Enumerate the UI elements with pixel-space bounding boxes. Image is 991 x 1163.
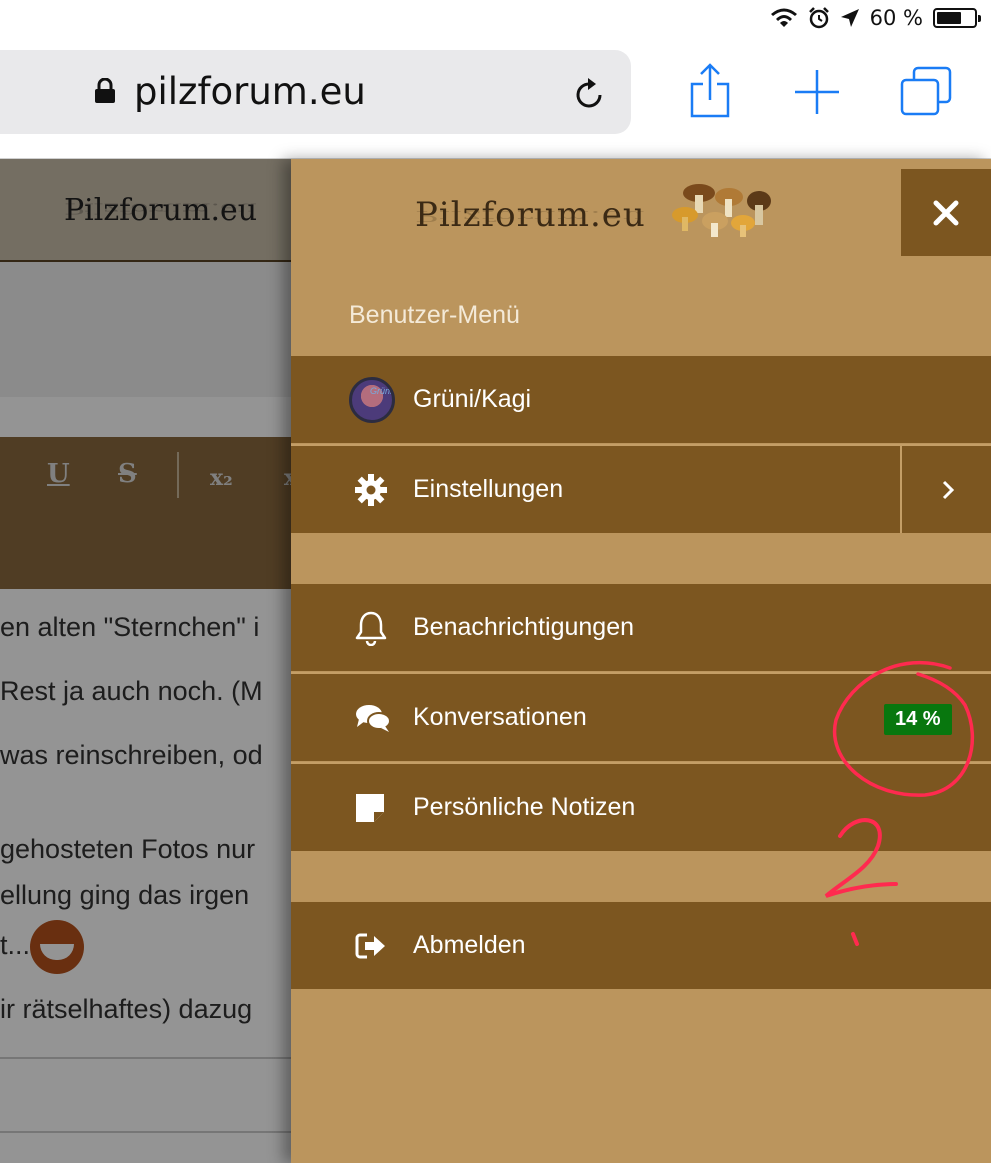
close-button[interactable] [901, 169, 991, 256]
close-icon [933, 200, 959, 225]
tabs-icon[interactable] [900, 66, 952, 116]
menu-item-settings[interactable]: Einstellungen [291, 444, 991, 533]
menu-item-label: Einstellungen [413, 475, 564, 503]
menu-item-notifications[interactable]: Benachrichtigungen [291, 584, 991, 671]
status-bar: 60 % [0, 0, 991, 40]
menu-item-logout[interactable]: Abmelden [291, 902, 991, 989]
note-icon [356, 793, 384, 822]
location-icon [840, 9, 859, 27]
menu-item-label: Benachrichtigungen [413, 613, 634, 641]
menu-item-conversations[interactable]: Konversationen 14 % [291, 672, 991, 761]
lock-icon [95, 78, 115, 103]
menu-item-label: Grüni/Kagi [413, 385, 532, 413]
menu-item-label: Abmelden [413, 931, 526, 959]
share-icon[interactable] [690, 62, 730, 118]
status-indicators: 60 % [770, 6, 981, 30]
url-text[interactable]: pilzforum.eu [134, 70, 366, 113]
gear-icon [355, 473, 387, 506]
sign-out-icon [355, 933, 385, 958]
wifi-icon [770, 8, 797, 27]
menu-heading: Benutzer-Menü [349, 301, 520, 329]
mushrooms-logo-icon [672, 184, 771, 237]
settings-expand-button[interactable] [900, 446, 991, 533]
battery-icon [933, 8, 981, 28]
address-bar[interactable]: pilzforum.eu [0, 50, 631, 134]
menu-logo-reflection: Pilzforum.eu [415, 207, 646, 225]
unread-badge: 14 % [884, 704, 952, 735]
new-tab-icon[interactable] [795, 70, 839, 114]
user-menu-panel: Pilzforum.eu Pilzforum.eu Benutzer-Menü … [291, 159, 991, 1163]
chevron-right-icon [942, 480, 954, 499]
chat-bubbles-icon [356, 704, 391, 732]
alarm-icon [808, 7, 829, 29]
menu-item-profile[interactable]: Grüni Grüni/Kagi [291, 356, 991, 443]
reload-icon[interactable] [574, 76, 606, 110]
avatar: Grüni [349, 376, 395, 423]
bell-icon [355, 611, 387, 646]
menu-item-notes[interactable]: Persönliche Notizen [291, 762, 991, 851]
browser-toolbar: pilzforum.eu [0, 40, 991, 159]
battery-percentage: 60 % [869, 6, 923, 30]
menu-item-label: Persönliche Notizen [413, 793, 636, 821]
menu-item-label: Konversationen [413, 703, 587, 731]
